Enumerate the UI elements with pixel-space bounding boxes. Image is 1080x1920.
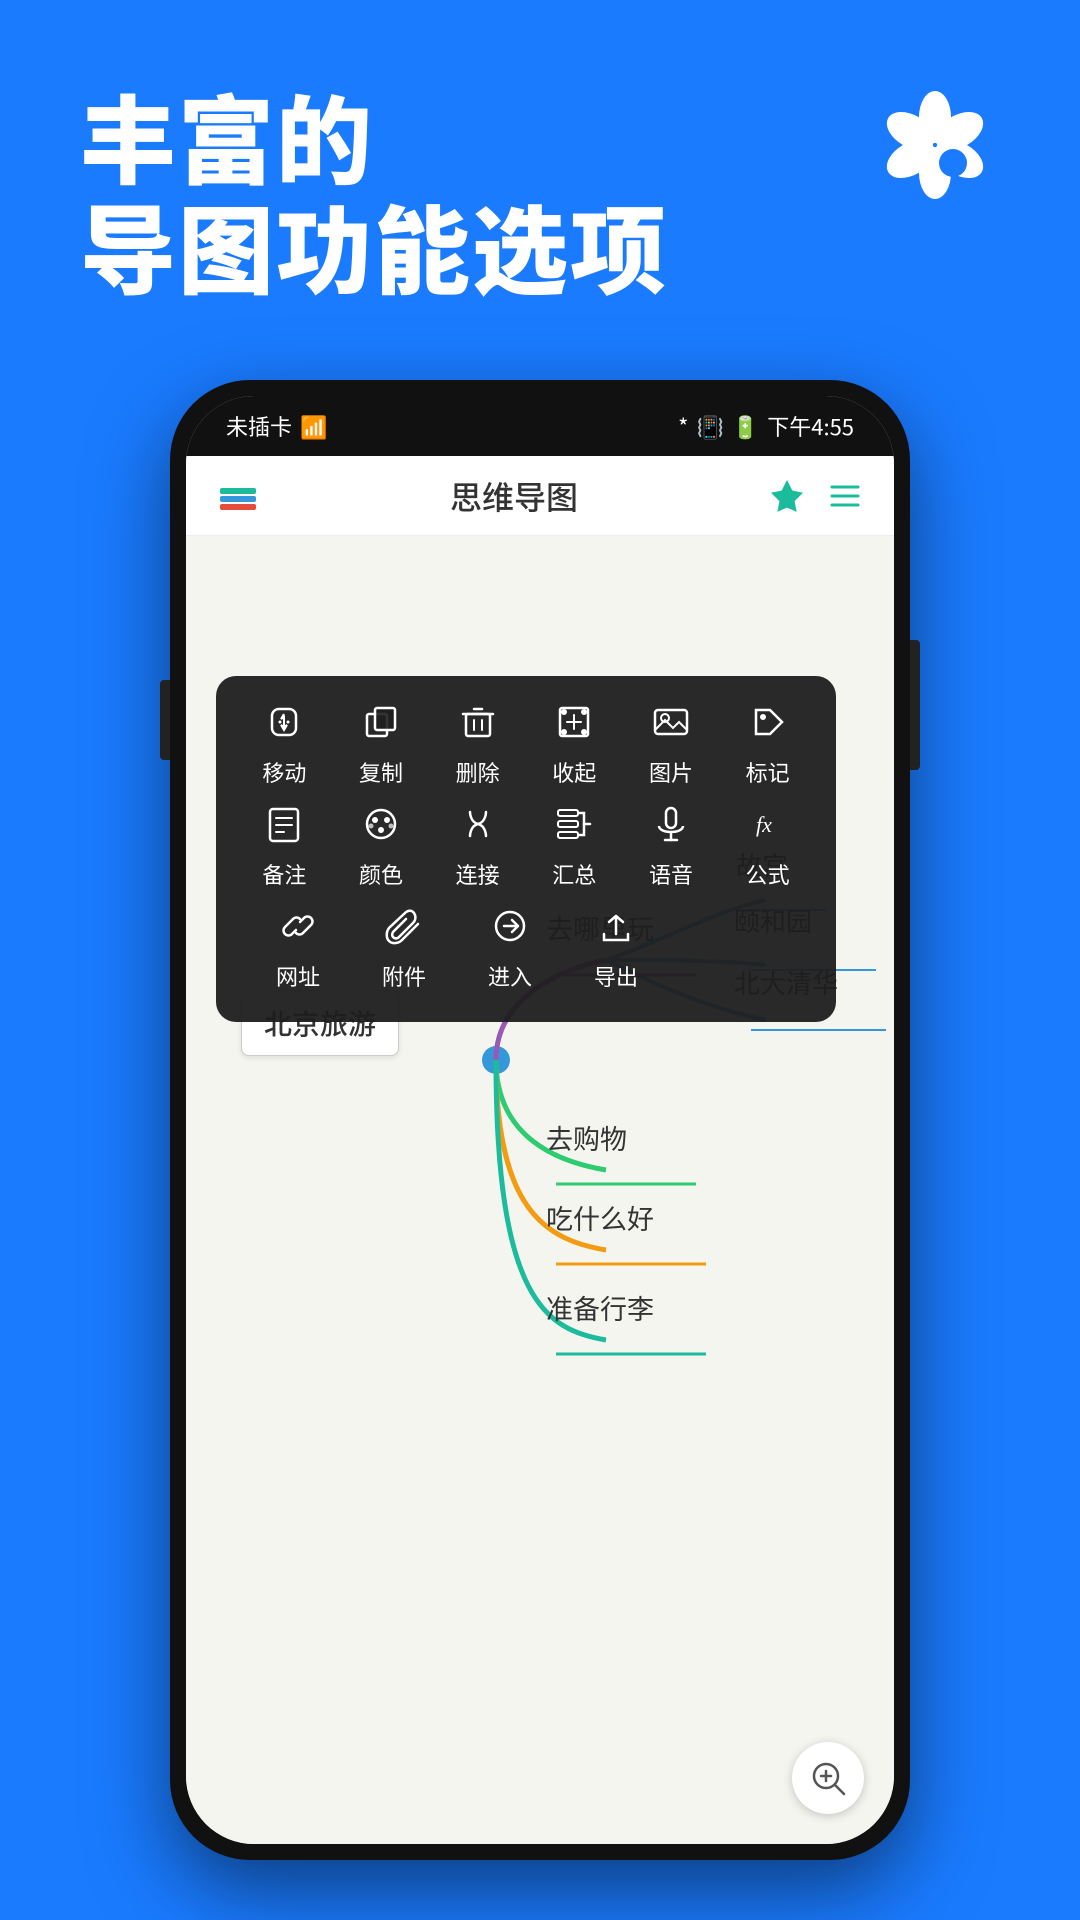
menu-item-move[interactable]: 移动 (240, 696, 328, 788)
phone-inner: 未插卡 📶 * 📳 🔋 下午4:55 思维导图 (186, 396, 894, 1844)
time-text: 下午4:55 (767, 410, 854, 442)
menu-item-url[interactable]: 网址 (254, 900, 342, 992)
node-shopping[interactable]: 去购物 (546, 1118, 627, 1157)
tag-label: 标记 (746, 756, 790, 788)
signal-icon: 📳 (696, 410, 723, 442)
flower-logo (870, 80, 1000, 210)
phone-outer: 未插卡 📶 * 📳 🔋 下午4:55 思维导图 (170, 380, 910, 1860)
formula-icon: fx (742, 798, 794, 850)
menu-item-collapse[interactable]: 收起 (530, 696, 618, 788)
menu-item-attachment[interactable]: 附件 (360, 900, 448, 992)
collapse-label: 收起 (552, 756, 596, 788)
menu-row-1: 移动 复制 (236, 696, 816, 788)
color-label: 颜色 (359, 858, 403, 890)
menu-icon[interactable] (826, 477, 864, 515)
menu-item-summary[interactable]: 汇总 (530, 798, 618, 890)
menu-item-note[interactable]: 备注 (240, 798, 328, 890)
layers-icon[interactable] (216, 474, 260, 518)
enter-label: 进入 (488, 960, 532, 992)
note-icon (258, 798, 310, 850)
pin-icon[interactable] (768, 477, 806, 515)
node-food[interactable]: 吃什么好 (546, 1198, 654, 1237)
copy-label: 复制 (359, 756, 403, 788)
delete-icon (452, 696, 504, 748)
image-icon (645, 696, 697, 748)
url-icon (272, 900, 324, 952)
delete-label: 删除 (456, 756, 500, 788)
menu-item-enter[interactable]: 进入 (466, 900, 554, 992)
status-bar: 未插卡 📶 * 📳 🔋 下午4:55 (186, 396, 894, 456)
header-icons (768, 477, 864, 515)
summary-icon (548, 798, 600, 850)
headline: 丰富的 导图功能选项 (80, 80, 1000, 301)
note-label: 备注 (262, 858, 306, 890)
menu-item-color[interactable]: 颜色 (337, 798, 425, 890)
zoom-button[interactable] (792, 1742, 864, 1814)
bluetooth-icon: * (678, 410, 688, 442)
battery-icon: 🔋 (732, 410, 759, 442)
copy-icon (355, 696, 407, 748)
menu-item-image[interactable]: 图片 (627, 696, 715, 788)
attachment-icon (378, 900, 430, 952)
export-icon (590, 900, 642, 952)
url-label: 网址 (276, 960, 320, 992)
app-header: 思维导图 (186, 456, 894, 536)
menu-item-export[interactable]: 导出 (572, 900, 660, 992)
wifi-icon: 📶 (300, 410, 327, 442)
summary-label: 汇总 (552, 858, 596, 890)
collapse-icon (548, 696, 600, 748)
context-menu: 移动 复制 (216, 676, 836, 1022)
menu-row-2: 备注 (236, 798, 816, 890)
phone-mockup: 未插卡 📶 * 📳 🔋 下午4:55 思维导图 (170, 380, 910, 1860)
voice-label: 语音 (649, 858, 693, 890)
export-label: 导出 (594, 960, 638, 992)
connect-label: 连接 (456, 858, 500, 890)
menu-item-voice[interactable]: 语音 (627, 798, 715, 890)
status-left: 未插卡 📶 (226, 410, 327, 442)
node-food-text: 吃什么好 (546, 1198, 654, 1237)
attachment-label: 附件 (382, 960, 426, 992)
node-luggage[interactable]: 准备行李 (546, 1288, 654, 1327)
node-luggage-text: 准备行李 (546, 1288, 654, 1327)
menu-item-connect[interactable]: 连接 (434, 798, 522, 890)
tag-icon (742, 696, 794, 748)
formula-label: 公式 (746, 858, 790, 890)
move-label: 移动 (262, 756, 306, 788)
node-shopping-text: 去购物 (546, 1118, 627, 1157)
app-title: 思维导图 (450, 473, 578, 519)
move-icon (258, 696, 310, 748)
menu-item-tag[interactable]: 标记 (724, 696, 812, 788)
menu-item-copy[interactable]: 复制 (337, 696, 425, 788)
voice-icon (645, 798, 697, 850)
menu-item-delete[interactable]: 删除 (434, 696, 522, 788)
hero-section: 丰富的 导图功能选项 (0, 0, 1080, 440)
enter-icon (484, 900, 536, 952)
color-icon (355, 798, 407, 850)
menu-row-3: 网址 附件 (236, 900, 816, 992)
connect-icon (452, 798, 504, 850)
image-label: 图片 (649, 756, 693, 788)
headline-line2: 导图功能选项 (80, 175, 668, 314)
mindmap-area[interactable]: 北京旅游 去哪里玩 故宫 颐和园 北大清华 (186, 536, 894, 1844)
menu-item-formula[interactable]: fx 公式 (724, 798, 812, 890)
status-right: * 📳 🔋 下午4:55 (678, 410, 854, 442)
svg-text:fx: fx (756, 812, 772, 837)
carrier-text: 未插卡 (226, 410, 292, 442)
